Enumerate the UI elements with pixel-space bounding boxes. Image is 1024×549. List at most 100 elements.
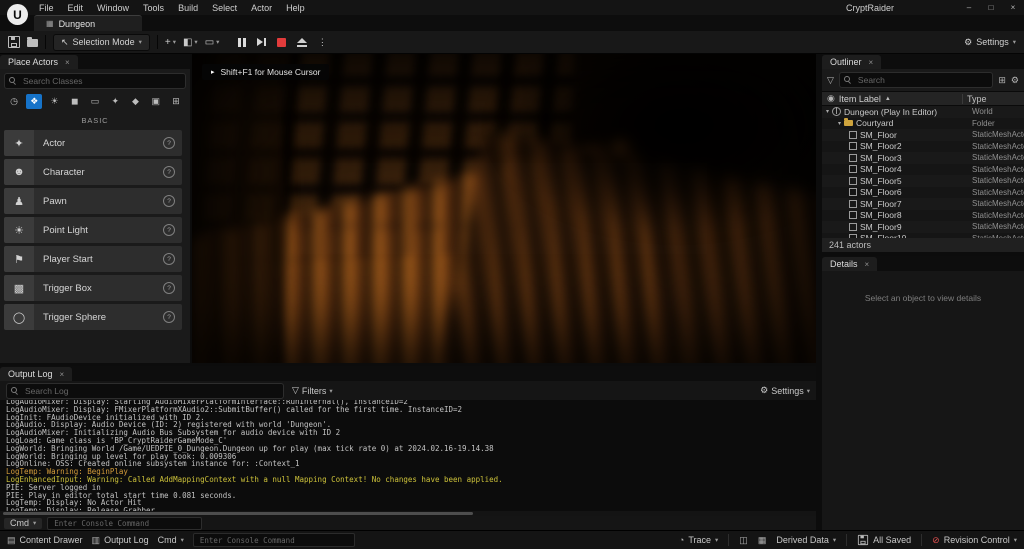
place-actor-item-trigger-sphere[interactable]: ◯ Trigger Sphere ? — [4, 304, 182, 330]
filters-dropdown[interactable]: ▽ Filters ▾ — [292, 385, 333, 396]
menu-item-edit[interactable]: Edit — [61, 3, 91, 13]
place-actor-item-point-light[interactable]: ☀ Point Light ? — [4, 217, 182, 243]
close-icon[interactable]: × — [869, 58, 874, 67]
statusbar-right-cluster: ◔ Trace ▾ ◫ ▦ Derived Data ▾ All Saved ⊘… — [679, 534, 1017, 546]
outliner-row[interactable]: SM_Floor5 StaticMeshActor — [822, 175, 1024, 187]
outliner-row[interactable]: SM_Floor4 StaticMeshActor — [822, 163, 1024, 175]
output-log-label: Output Log — [104, 535, 149, 545]
tab-place-actors[interactable]: Place Actors × — [0, 55, 78, 69]
tab-details[interactable]: Details × — [822, 257, 878, 271]
menu-item-tools[interactable]: Tools — [136, 3, 171, 13]
category-shapes-icon[interactable]: ◼ — [67, 94, 83, 109]
notifications-icon[interactable]: ◫ — [739, 535, 748, 546]
save-icon[interactable] — [8, 36, 20, 48]
log-output-area[interactable]: LogAudioMixer: Display: Starting AudioMi… — [0, 400, 816, 511]
outliner-row[interactable]: SM_Floor2 StaticMeshActor — [822, 140, 1024, 152]
blueprints-dropdown[interactable]: ◧ ▾ — [183, 37, 198, 48]
log-settings-dropdown[interactable]: ⚙ Settings ▾ — [760, 385, 810, 396]
selection-mode-dropdown[interactable]: ↖ Selection Mode ▾ — [53, 33, 150, 51]
category-geometry-icon[interactable]: ◆ — [128, 94, 144, 109]
category-lights-icon[interactable]: ☀ — [47, 94, 63, 109]
place-actor-item-character[interactable]: ☻ Character ? — [4, 159, 182, 185]
place-actor-item-pawn[interactable]: ♟ Pawn ? — [4, 188, 182, 214]
close-icon[interactable]: × — [865, 260, 870, 269]
outliner-row[interactable]: SM_Floor7 StaticMeshActor — [822, 198, 1024, 210]
column-item-label[interactable]: ◉ Item Label ▲ — [827, 93, 962, 104]
statusbar-cmd-dropdown[interactable]: Cmd ▾ — [158, 535, 184, 545]
category-visual-effects-icon[interactable]: ✦ — [107, 94, 123, 109]
trace-dropdown[interactable]: ◔ Trace ▾ — [679, 535, 718, 545]
outliner-row[interactable]: SM_Floor8 StaticMeshActor — [822, 209, 1024, 221]
content-drawer-button[interactable]: ▤ Content Drawer — [7, 535, 83, 546]
category-recently-placed-icon[interactable]: ◷ — [6, 94, 22, 109]
search-icon — [843, 76, 852, 84]
all-saved-button[interactable]: All Saved — [857, 534, 911, 546]
viewport[interactable]: ▸ Shift+F1 for Mouse Cursor — [192, 54, 816, 363]
eject-button[interactable] — [296, 37, 307, 47]
frame-skip-button[interactable] — [256, 38, 266, 46]
menu-item-actor[interactable]: Actor — [244, 3, 279, 13]
tab-dungeon-level[interactable]: ▦ Dungeon — [34, 15, 142, 31]
column-type[interactable]: Type — [962, 93, 1019, 104]
outliner-row[interactable]: SM_Floor9 StaticMeshActor — [822, 221, 1024, 233]
outliner-row[interactable]: SM_Floor StaticMeshActor — [822, 129, 1024, 141]
outliner-row-folder[interactable]: ▾ Courtyard Folder — [822, 117, 1024, 129]
scrollbar-thumb[interactable] — [3, 512, 473, 515]
place-actor-item-player-start[interactable]: ⚑ Player Start ? — [4, 246, 182, 272]
derived-data-dropdown[interactable]: Derived Data ▾ — [776, 535, 836, 545]
save-status-icon — [858, 534, 869, 546]
search-classes-input[interactable] — [21, 75, 181, 87]
grid-icon[interactable]: ▦ — [758, 535, 767, 546]
settings-dropdown[interactable]: ⚙ Settings ▾ — [964, 37, 1016, 48]
menu-item-file[interactable]: File — [32, 3, 61, 13]
category-volumes-icon[interactable]: ▣ — [148, 94, 164, 109]
tab-output-log[interactable]: Output Log × — [0, 367, 73, 381]
outliner-settings-icon[interactable]: ⚙ — [1011, 75, 1019, 86]
trace-label: Trace — [688, 535, 712, 545]
search-log-input[interactable] — [23, 384, 279, 397]
tab-outliner[interactable]: Outliner × — [822, 55, 882, 69]
console-command-box[interactable] — [47, 516, 203, 530]
menu-item-help[interactable]: Help — [279, 3, 312, 13]
play-options-menu-icon[interactable]: ⋮ — [318, 37, 327, 48]
place-actors-search[interactable] — [4, 73, 186, 89]
eye-icon[interactable]: ◉ — [827, 93, 835, 104]
console-command-input[interactable] — [52, 517, 198, 529]
close-button[interactable]: × — [1006, 3, 1020, 12]
new-folder-icon[interactable]: ⊞ — [998, 75, 1006, 86]
stop-button[interactable] — [276, 37, 286, 47]
revision-control-dropdown[interactable]: ⊘ Revision Control ▾ — [932, 535, 1017, 546]
cmd-dropdown[interactable]: Cmd ▾ — [4, 517, 43, 529]
output-log-button[interactable]: ▥ Output Log — [92, 535, 149, 546]
menu-item-window[interactable]: Window — [90, 3, 136, 13]
menu-item-build[interactable]: Build — [171, 3, 205, 13]
outliner-filter-icon[interactable]: ▽ — [827, 75, 834, 86]
menu-item-select[interactable]: Select — [205, 3, 244, 13]
minimize-button[interactable]: – — [962, 3, 976, 12]
cinematics-dropdown[interactable]: ▭ ▾ — [205, 37, 220, 48]
chevron-down-icon[interactable]: ▾ — [838, 120, 841, 127]
unreal-engine-logo-icon[interactable]: U — [7, 4, 28, 25]
outliner-row-world[interactable]: ▾ Dungeon (Play In Editor) World — [822, 106, 1024, 118]
outliner-row[interactable]: SM_Floor6 StaticMeshActor — [822, 186, 1024, 198]
category-all-classes-icon[interactable]: ⊞ — [168, 94, 184, 109]
cmd-label: Cmd — [157, 535, 177, 545]
outliner-search[interactable] — [838, 72, 994, 88]
pause-button[interactable] — [238, 37, 246, 47]
statusbar-console-input[interactable] — [197, 534, 350, 546]
close-icon[interactable]: × — [60, 370, 65, 379]
outliner-row[interactable]: SM_Floor3 StaticMeshActor — [822, 152, 1024, 164]
chevron-down-icon[interactable]: ▾ — [826, 108, 829, 115]
place-actor-item-actor[interactable]: ✦ Actor ? — [4, 130, 182, 156]
log-search[interactable] — [6, 382, 284, 399]
category-basic-icon[interactable]: ❖ — [26, 94, 43, 109]
place-actor-item-trigger-box[interactable]: ▩ Trigger Box ? — [4, 275, 182, 301]
close-icon[interactable]: × — [65, 58, 70, 67]
maximize-button[interactable]: □ — [984, 3, 998, 12]
statusbar-console-box[interactable] — [192, 533, 355, 547]
category-cinematic-icon[interactable]: ▭ — [87, 94, 103, 109]
add-actor-dropdown[interactable]: + ▾ — [165, 37, 176, 48]
browse-content-icon[interactable] — [27, 37, 38, 47]
outliner-search-input[interactable] — [855, 74, 989, 86]
outliner-row-label: SM_Floor8 — [860, 210, 902, 221]
